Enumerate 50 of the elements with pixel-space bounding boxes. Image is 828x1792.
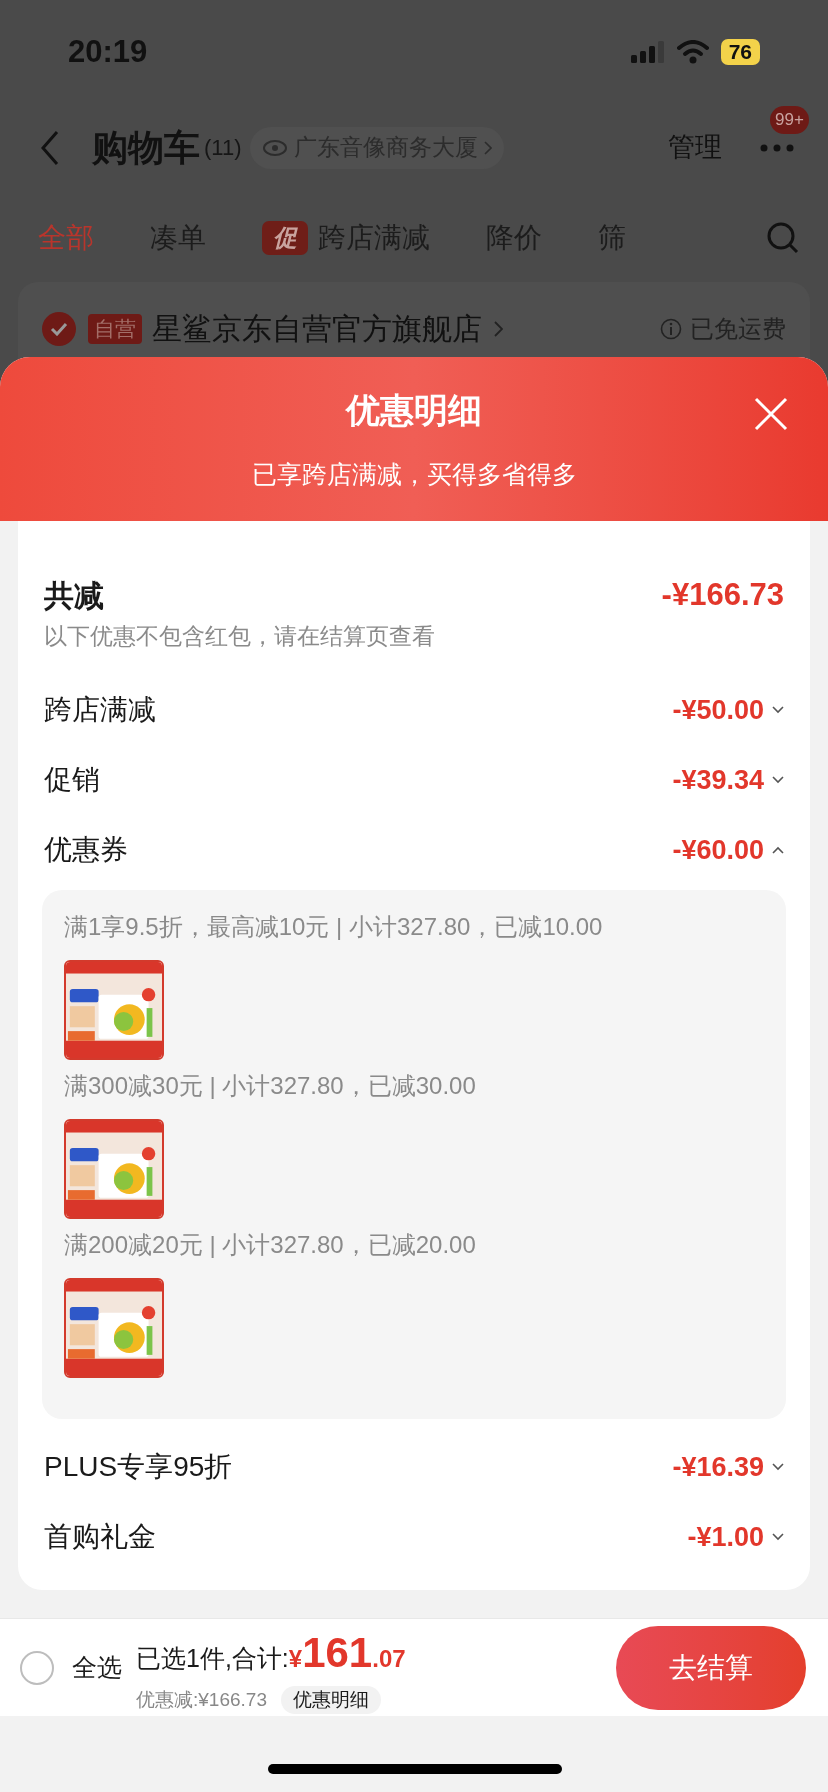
- chevron-right-icon: [494, 320, 503, 337]
- sheet-subtitle: 已享跨店满减，买得多省得多: [251, 459, 577, 490]
- coupon-rule: 满1享9.5折，最高减10元 | 小计327.80，已减10.00: [64, 912, 603, 942]
- battery-indicator: 76: [720, 39, 760, 65]
- chevron-down-icon[interactable]: [772, 1463, 784, 1471]
- coupon-rule: 满300减30元 | 小计327.80，已减30.00: [64, 1071, 476, 1101]
- page-title: 购物车: [92, 125, 200, 170]
- checkout-button[interactable]: 去结算: [616, 1625, 806, 1710]
- store-checkbox[interactable]: [42, 311, 76, 346]
- search-icon[interactable]: [766, 220, 800, 255]
- sheet-title: 优惠明细: [346, 390, 482, 431]
- check-icon: [50, 321, 68, 336]
- close-icon[interactable]: [754, 397, 788, 431]
- back-icon[interactable]: [40, 129, 60, 166]
- wifi-icon: [676, 40, 709, 64]
- info-icon: [660, 317, 682, 340]
- chevron-up-icon[interactable]: [772, 846, 784, 854]
- discount-label: 跨店满减: [44, 693, 156, 727]
- chevron-down-icon[interactable]: [772, 776, 784, 784]
- discount-label: 首购礼金: [44, 1520, 156, 1554]
- coupon-rule: 满200减20元 | 小计327.80，已减20.00: [64, 1230, 476, 1260]
- discount-amount: -¥39.34: [672, 763, 764, 797]
- more-icon[interactable]: [760, 143, 794, 152]
- chevron-right-icon: [483, 140, 492, 155]
- eye-icon: [261, 138, 288, 157]
- clock: 20:19: [68, 32, 148, 71]
- discount-label: 促销: [44, 763, 100, 797]
- discount-label: 优惠券: [44, 833, 128, 867]
- chevron-down-icon[interactable]: [772, 706, 784, 714]
- details-chip[interactable]: 优惠明细: [280, 1686, 381, 1714]
- total-price: ¥161.07: [288, 1627, 406, 1678]
- discount-amount: -¥50.00: [672, 693, 764, 727]
- select-all-label: 全选: [72, 1651, 122, 1683]
- discount-amount: -¥1.00: [687, 1520, 764, 1554]
- select-all-checkbox[interactable]: [20, 1650, 54, 1685]
- manage-link[interactable]: 管理: [668, 127, 722, 168]
- notification-badge: 99+: [770, 105, 809, 134]
- discount-label: PLUS专享95折: [44, 1450, 233, 1484]
- discount-summary: 优惠减:¥166.73: [136, 1687, 267, 1712]
- self-operated-tag: 自营: [88, 313, 142, 344]
- total-amount: -¥166.73: [661, 575, 784, 614]
- summary-label: 已选1件,合计:: [136, 1642, 289, 1674]
- filter-tab[interactable]: 全部: [38, 216, 94, 259]
- note-text: 以下优惠不包含红包，请在结算页查看: [44, 621, 435, 651]
- signal-icon: [630, 41, 665, 63]
- chevron-down-icon[interactable]: [772, 1533, 784, 1541]
- store-name[interactable]: 星鲨京东自营官方旗舰店: [152, 306, 482, 351]
- total-label: 共减: [44, 577, 104, 614]
- discount-amount: -¥16.39: [672, 1450, 764, 1484]
- discount-amount: -¥60.00: [672, 833, 764, 867]
